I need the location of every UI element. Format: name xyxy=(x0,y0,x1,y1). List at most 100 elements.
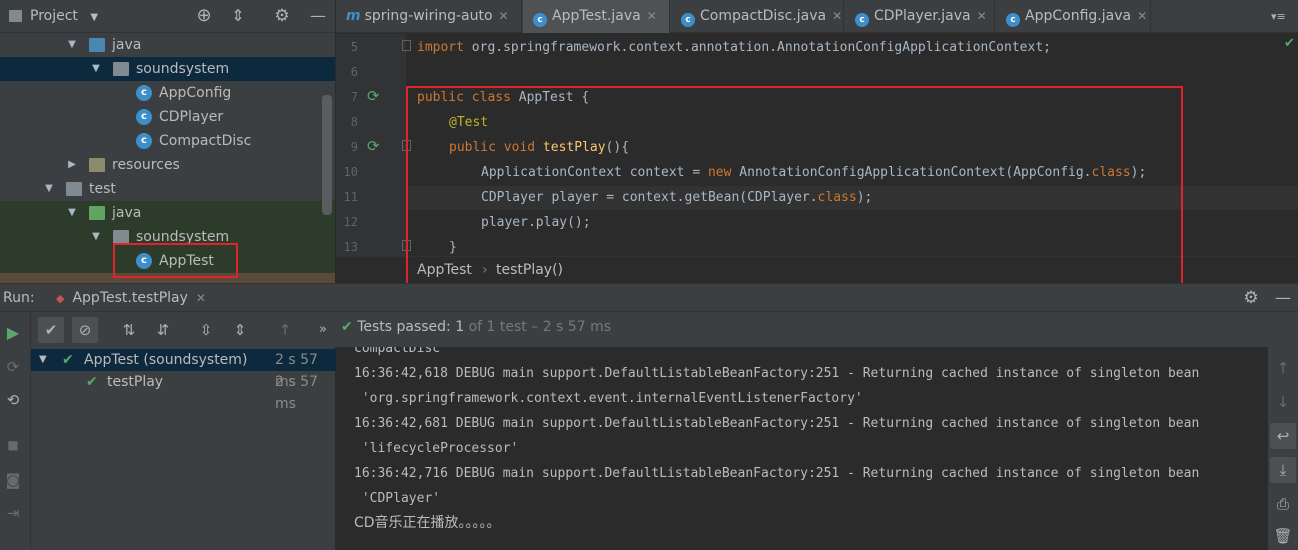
hide-panel-icon[interactable]: — xyxy=(1270,285,1296,311)
camera-icon[interactable]: ◙ xyxy=(0,467,26,493)
expand-arrow-icon[interactable]: ▼ xyxy=(43,177,55,201)
run-test-method-icon[interactable]: ⟳ xyxy=(367,137,380,155)
chevron-down-icon: ▼ xyxy=(90,12,99,23)
tab-label: spring-wiring-auto xyxy=(364,8,493,24)
locate-icon[interactable]: ⊕ xyxy=(191,3,217,29)
close-icon[interactable]: ✕ xyxy=(1137,9,1147,23)
tab-cdplayer[interactable]: c CDPlayer.java ✕ xyxy=(845,0,995,33)
tree-item-soundsystem[interactable]: ▼ soundsystem xyxy=(0,57,335,81)
tree-item-resources[interactable]: ▶ resources xyxy=(0,153,335,177)
arrow-down-icon[interactable]: ↓ xyxy=(1270,389,1296,415)
run-tab[interactable]: ◆ AppTest.testPlay ✕ xyxy=(56,284,206,313)
tree-item-java[interactable]: ▼ java xyxy=(0,33,335,57)
test-config-icon: ◆ xyxy=(56,292,65,305)
tree-item-appconfig[interactable]: c AppConfig xyxy=(0,81,335,105)
line-number: 11 xyxy=(343,190,358,204)
trash-icon[interactable]: 🗑 xyxy=(1270,523,1296,549)
expand-all-icon[interactable]: ⇳ xyxy=(193,317,219,343)
show-ignored-icon[interactable]: ⊘ xyxy=(72,317,98,343)
tree-item-label: CompactDisc xyxy=(159,133,252,149)
run-test-class-icon[interactable]: ⟳ xyxy=(367,87,380,105)
rerun-icon[interactable]: ▶ xyxy=(0,320,26,346)
close-icon[interactable]: ✕ xyxy=(196,291,206,305)
tree-item-label: java xyxy=(112,37,142,53)
tab-label: AppTest.java xyxy=(552,8,641,24)
more-icon[interactable]: » xyxy=(310,317,336,343)
tree-item-cdplayer[interactable]: c CDPlayer xyxy=(0,105,335,129)
show-passed-icon[interactable]: ✔ xyxy=(38,317,64,343)
expand-arrow-icon[interactable]: ▼ xyxy=(66,201,78,225)
expand-arrow-icon[interactable]: ▼ xyxy=(90,57,102,81)
line-number: 8 xyxy=(350,115,358,129)
collapse-all-icon[interactable]: ⇕ xyxy=(227,317,253,343)
tab-apptest[interactable]: c AppTest.java ✕ xyxy=(523,0,670,33)
tree-item-test-java[interactable]: ▼ java xyxy=(0,201,335,225)
tree-item-label: test xyxy=(89,181,116,197)
line-number: 12 xyxy=(343,215,358,229)
tab-spring-wiring-auto[interactable]: m spring-wiring-auto ✕ xyxy=(336,0,522,33)
rerun-failed-icon[interactable]: ⟳ xyxy=(0,354,26,380)
close-icon[interactable]: ✕ xyxy=(977,9,987,23)
expand-arrow-icon[interactable]: ▼ xyxy=(90,225,102,249)
tab-appconfig[interactable]: c AppConfig.java ✕ xyxy=(996,0,1151,33)
project-scrollbar[interactable] xyxy=(322,95,332,215)
test-status: ✔ Tests passed: 1 of 1 test – 2 s 57 ms xyxy=(341,312,611,342)
passed-check-icon: ✔ xyxy=(62,352,74,368)
tree-item-compactdisc[interactable]: c CompactDisc xyxy=(0,129,335,153)
sort-duration-icon[interactable]: ⇵ xyxy=(150,317,176,343)
class-icon: c xyxy=(681,13,695,27)
test-label: AppTest (soundsystem) xyxy=(84,352,248,368)
tree-item-label: resources xyxy=(112,157,180,173)
tab-list-icon[interactable]: ▾≡ xyxy=(1271,0,1286,33)
close-icon[interactable]: ✕ xyxy=(647,9,657,23)
test-row-testplay[interactable]: ✔ testPlay 2 s 57 ms xyxy=(31,371,336,412)
status-prefix: Tests passed: xyxy=(357,319,451,335)
console-line: compactDisc xyxy=(354,347,441,356)
console-line: 'CDPlayer' xyxy=(354,491,441,506)
expand-arrow-icon[interactable]: ▶ xyxy=(66,153,78,177)
gear-icon[interactable]: ⚙ xyxy=(269,3,295,29)
class-icon: c xyxy=(533,13,547,27)
arrow-up-icon[interactable]: ↑ xyxy=(1270,355,1296,381)
line-number: 9 xyxy=(350,140,358,154)
console-line: CD音乐正在播放。。。。。 xyxy=(354,515,501,531)
exit-icon[interactable]: ⇥ xyxy=(0,500,26,526)
toggle-auto-test-icon[interactable]: ⟲ xyxy=(0,387,26,413)
gear-icon[interactable]: ⚙ xyxy=(1238,285,1264,311)
passed-check-icon: ✔ xyxy=(341,319,353,335)
scroll-to-end-icon[interactable]: ⤓ xyxy=(1270,457,1296,483)
console-line: 'lifecycleProcessor' xyxy=(354,441,519,456)
test-label: testPlay xyxy=(107,374,164,390)
console-line: 'org.springframework.context.event.inter… xyxy=(354,391,863,406)
close-icon[interactable]: ✕ xyxy=(499,9,509,23)
run-side-toolbar: ▶ ⟳ ⟲ ■ ◙ ⇥ xyxy=(0,312,31,550)
tree-item-test[interactable]: ▼ test xyxy=(0,177,335,201)
hide-panel-icon[interactable]: — xyxy=(305,3,331,29)
class-icon: c xyxy=(136,85,152,101)
folder-icon xyxy=(66,182,82,196)
highlight-apptest-box xyxy=(113,243,238,278)
console-output[interactable]: compactDisc 16:36:42,618 DEBUG main supp… xyxy=(336,347,1268,550)
expand-arrow-icon[interactable]: ▼ xyxy=(39,349,47,371)
close-icon[interactable]: ✕ xyxy=(832,9,842,23)
test-row-apptest[interactable]: ▼ ✔ AppTest (soundsystem) 2 s 57 ms xyxy=(31,349,336,390)
expand-arrow-icon[interactable]: ▼ xyxy=(66,33,78,57)
project-view-dropdown[interactable]: Project ▼ xyxy=(30,0,98,34)
console-line: 16:36:42,681 DEBUG main support.DefaultL… xyxy=(354,416,1200,431)
tab-label: CDPlayer.java xyxy=(874,8,971,24)
tab-compactdisc[interactable]: c CompactDisc.java ✕ xyxy=(671,0,844,33)
collapse-all-icon[interactable]: ⇕ xyxy=(225,3,251,29)
code-line-5: import org.springframework.context.annot… xyxy=(417,40,1051,55)
tree-item-label: java xyxy=(112,205,142,221)
soft-wrap-icon[interactable]: ↩ xyxy=(1270,423,1296,449)
sort-alpha-icon[interactable]: ⇅ xyxy=(116,317,142,343)
stop-icon[interactable]: ■ xyxy=(0,432,26,458)
line-number: 6 xyxy=(350,65,358,79)
resources-folder-icon xyxy=(89,158,105,172)
previous-failed-icon[interactable]: ↑ xyxy=(272,317,298,343)
tree-item-label: soundsystem xyxy=(136,61,230,77)
class-icon: c xyxy=(1006,13,1020,27)
console-side-toolbar: ↑ ↓ ↩ ⤓ ⎙ 🗑 xyxy=(1268,347,1298,550)
fold-icon[interactable] xyxy=(402,40,411,51)
print-icon[interactable]: ⎙ xyxy=(1270,491,1296,517)
